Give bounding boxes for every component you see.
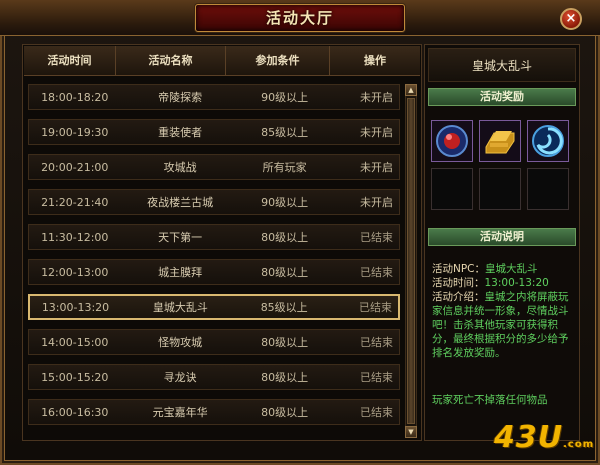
cell-condition: 80级以上 xyxy=(261,336,309,349)
cell-time: 18:00-18:20 xyxy=(41,90,109,104)
table-header: 活动时间 活动名称 参加条件 操作 xyxy=(24,46,420,76)
cell-name: 元宝嘉年华 xyxy=(152,406,208,419)
close-button[interactable]: × xyxy=(560,8,582,30)
cell-condition: 90级以上 xyxy=(261,196,309,209)
cell-name: 皇城大乱斗 xyxy=(152,301,208,314)
description-header: 活动说明 xyxy=(428,228,576,246)
header-action: 操作 xyxy=(364,54,386,67)
cell-time: 21:20-21:40 xyxy=(41,195,109,209)
gold-ingot-icon xyxy=(485,131,515,154)
cell-condition: 85级以上 xyxy=(260,301,308,314)
scroll-up-button[interactable]: ▲ xyxy=(405,84,417,96)
intro-label: 活动介绍： xyxy=(432,291,485,303)
time-label: 活动时间： xyxy=(432,277,485,289)
cell-condition: 80级以上 xyxy=(261,266,309,279)
cell-time: 20:00-21:00 xyxy=(41,160,109,174)
time-value: 13:00-13:20 xyxy=(484,277,549,289)
cell-action: 已结束 xyxy=(360,266,394,279)
rewards-header: 活动奖励 xyxy=(428,88,576,106)
reward-slot-3[interactable] xyxy=(527,120,569,162)
cell-action: 已结束 xyxy=(360,336,394,349)
header-name: 活动名称 xyxy=(116,46,226,76)
time-line: 活动时间：13:00-13:20 xyxy=(432,276,574,290)
cell-name: 天下第一 xyxy=(158,231,203,244)
reward-slot-6[interactable] xyxy=(527,168,569,210)
cell-action: 未开启 xyxy=(360,196,394,209)
scrollbar-thumb[interactable] xyxy=(407,98,415,424)
cell-condition: 80级以上 xyxy=(261,406,309,419)
table-row[interactable]: 12:00-13:00 城主膜拜 80级以上 已结束 xyxy=(28,259,400,285)
header-time: 活动时间 xyxy=(24,46,116,76)
scroll-down-button[interactable]: ▼ xyxy=(405,426,417,438)
header-condition: 参加条件 xyxy=(226,46,330,76)
npc-value: 皇城大乱斗 xyxy=(485,263,538,275)
cell-action: 未开启 xyxy=(360,91,394,104)
cell-condition: 所有玩家 xyxy=(262,161,307,174)
cell-action: 已结束 xyxy=(359,301,392,314)
table-row[interactable]: 16:00-16:30 元宝嘉年华 80级以上 已结束 xyxy=(28,399,400,425)
reward-slot-4[interactable] xyxy=(431,168,473,210)
cell-time: 12:00-13:00 xyxy=(41,265,109,279)
cell-condition: 80级以上 xyxy=(261,371,309,384)
table-row[interactable]: 18:00-18:20 帝陵探索 90级以上 未开启 xyxy=(28,84,400,110)
cell-time: 13:00-13:20 xyxy=(41,300,110,314)
cell-action: 已结束 xyxy=(360,406,394,419)
cell-action: 已结束 xyxy=(360,231,394,244)
cell-name: 城主膜拜 xyxy=(158,266,203,279)
reward-slot-2[interactable] xyxy=(479,120,521,162)
table-row[interactable]: 20:00-21:00 攻城战 所有玩家 未开启 xyxy=(28,154,400,180)
cell-time: 16:00-16:30 xyxy=(41,405,109,419)
cell-name: 帝陵探索 xyxy=(158,91,203,104)
cell-name: 寻龙诀 xyxy=(163,371,197,384)
cell-name: 攻城战 xyxy=(163,161,197,174)
site-logo: 43U.com xyxy=(494,420,594,460)
cell-name: 重装使者 xyxy=(158,126,203,139)
cell-condition: 85级以上 xyxy=(261,126,309,139)
cell-action: 未开启 xyxy=(360,161,394,174)
reward-slot-5[interactable] xyxy=(479,168,521,210)
intro-block: 活动介绍：皇城之内将屏蔽玩家信息并统一形象，尽情战斗吧！击杀其他玩家可获得积分，… xyxy=(432,290,574,360)
cell-time: 19:00-19:30 xyxy=(41,125,109,139)
cell-name: 夜战楼兰古城 xyxy=(147,196,214,209)
table-row[interactable]: 19:00-19:30 重装使者 85级以上 未开启 xyxy=(28,119,400,145)
table-row[interactable]: 15:00-15:20 寻龙诀 80级以上 已结束 xyxy=(28,364,400,390)
npc-line: 活动NPC：皇城大乱斗 xyxy=(432,262,574,276)
blue-swirl-orb-icon xyxy=(532,125,564,157)
activity-detail-title: 皇城大乱斗 xyxy=(428,48,576,82)
intro-text-3: 击杀其他玩家可获得积分，最终根据积分的多少给予排名发放奖励。 xyxy=(432,319,569,359)
logo-text: 43U xyxy=(494,420,564,455)
reward-slot-1[interactable] xyxy=(431,120,473,162)
cell-time: 11:30-12:00 xyxy=(41,230,109,244)
cell-time: 15:00-15:20 xyxy=(41,370,109,384)
logo-suffix: .com xyxy=(563,439,595,450)
table-row[interactable]: 13:00-13:20 皇城大乱斗 85级以上 已结束 xyxy=(28,294,400,320)
cell-condition: 80级以上 xyxy=(261,231,309,244)
cell-action: 未开启 xyxy=(360,126,394,139)
red-orb-icon xyxy=(436,125,468,157)
cell-time: 14:00-15:00 xyxy=(41,335,109,349)
table-row[interactable]: 14:00-15:00 怪物攻城 80级以上 已结束 xyxy=(28,329,400,355)
table-row[interactable]: 11:30-12:00 天下第一 80级以上 已结束 xyxy=(28,224,400,250)
cell-action: 已结束 xyxy=(360,371,394,384)
npc-label: 活动NPC： xyxy=(432,263,486,275)
cell-name: 怪物攻城 xyxy=(158,336,203,349)
cell-condition: 90级以上 xyxy=(261,91,309,104)
activity-description: 活动NPC：皇城大乱斗 活动时间：13:00-13:20 活动介绍：皇城之内将屏… xyxy=(432,262,574,360)
window-title: 活动大厅 xyxy=(265,9,334,27)
footnote: 玩家死亡不掉落任何物品 xyxy=(432,394,548,406)
table-row[interactable]: 21:20-21:40 夜战楼兰古城 90级以上 未开启 xyxy=(28,189,400,215)
